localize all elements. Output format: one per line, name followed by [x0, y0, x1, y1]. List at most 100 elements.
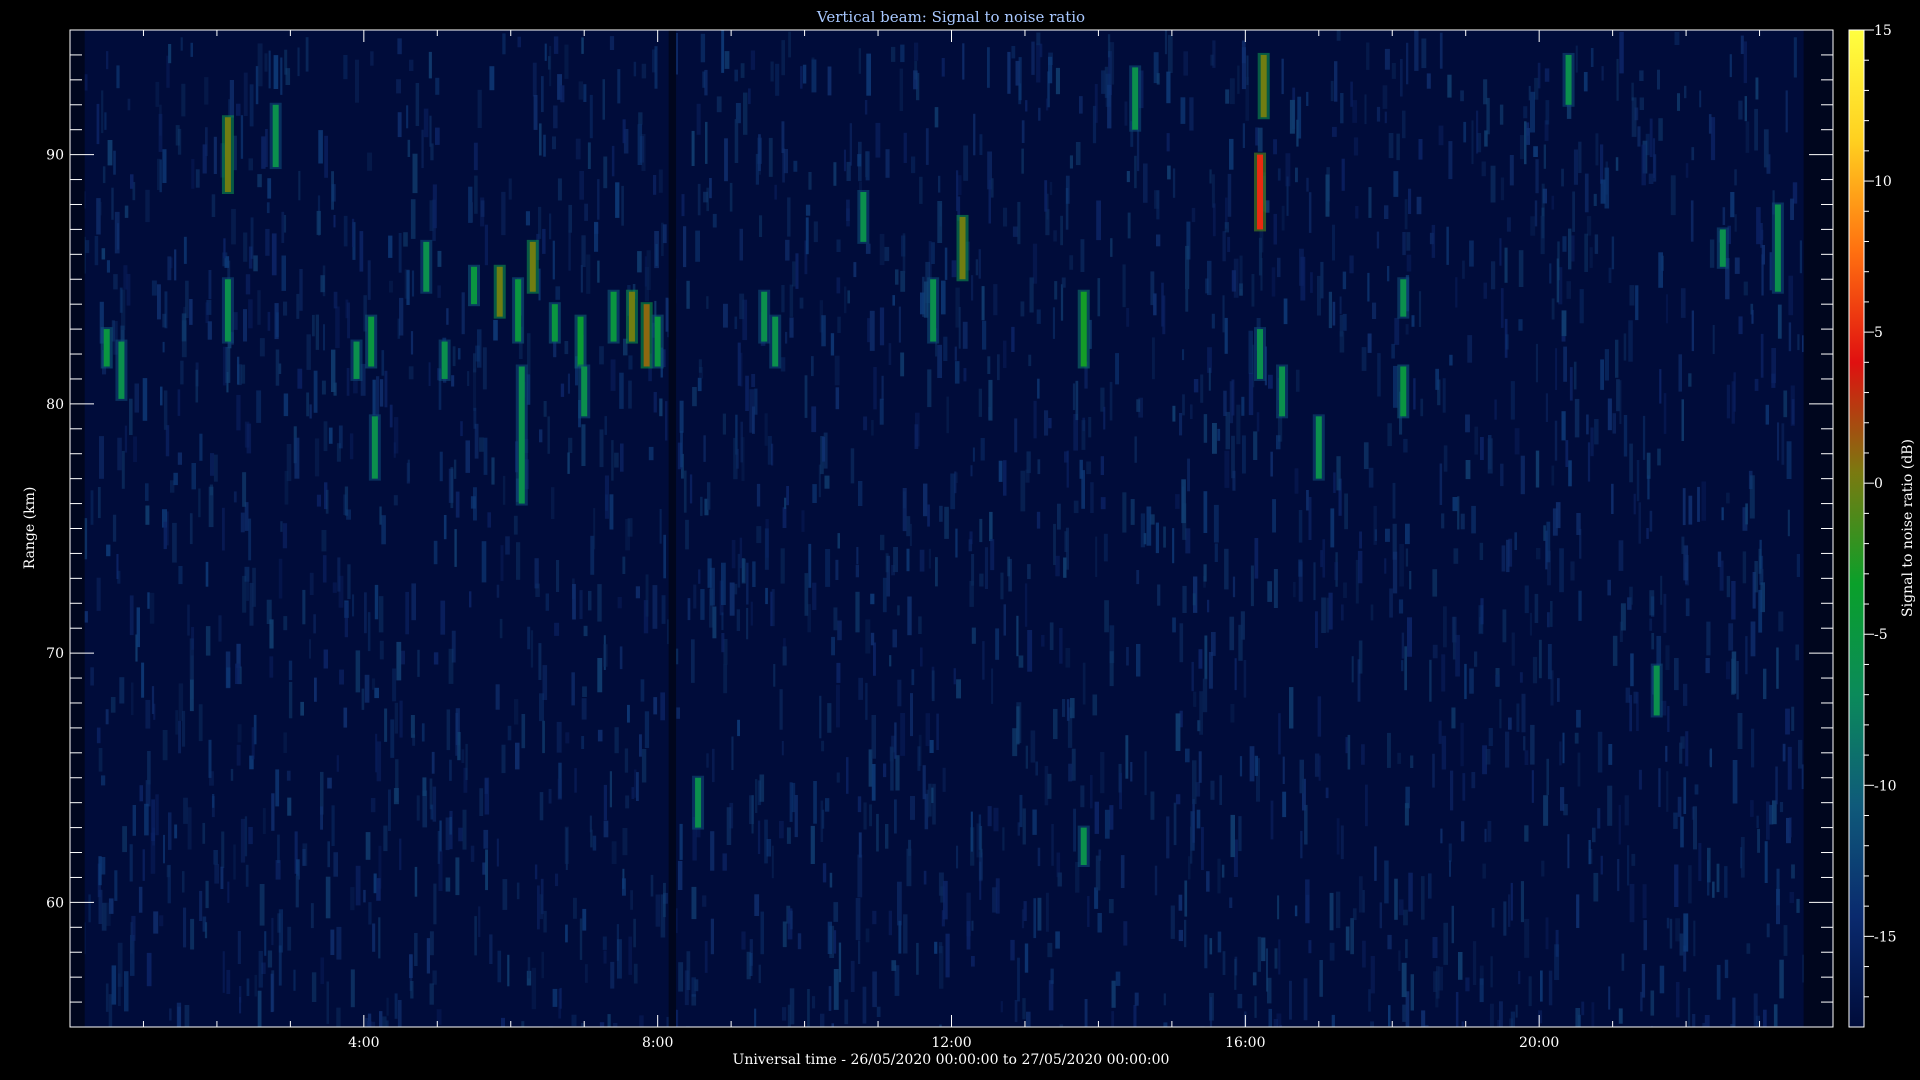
noise-streak	[242, 472, 247, 507]
noise-streak	[633, 918, 636, 948]
noise-streak	[237, 931, 241, 964]
noise-streak	[1241, 47, 1246, 90]
noise-streak	[650, 874, 654, 897]
noise-streak	[1562, 732, 1565, 764]
noise-streak	[844, 286, 847, 314]
noise-streak	[1060, 215, 1063, 246]
noise-streak	[1593, 193, 1597, 206]
noise-streak	[242, 575, 247, 613]
echo-feature	[860, 192, 867, 242]
noise-streak	[1384, 558, 1387, 574]
noise-streak	[1394, 317, 1400, 345]
noise-streak	[1765, 404, 1769, 425]
noise-streak	[316, 210, 321, 235]
noise-streak	[1432, 644, 1438, 659]
noise-streak	[364, 592, 367, 634]
noise-streak	[147, 751, 151, 785]
noise-streak	[925, 128, 929, 165]
noise-streak	[751, 795, 754, 834]
noise-streak	[918, 616, 922, 634]
noise-streak	[432, 184, 437, 229]
noise-streak	[1782, 743, 1786, 762]
noise-streak	[1045, 98, 1049, 111]
noise-streak	[1331, 1014, 1335, 1027]
noise-streak	[451, 375, 455, 387]
noise-streak	[721, 30, 725, 73]
noise-streak	[916, 942, 919, 975]
noise-streak	[1081, 420, 1086, 450]
noise-streak	[833, 902, 839, 922]
noise-streak	[610, 359, 616, 391]
noise-streak	[538, 268, 541, 301]
noise-streak	[771, 845, 774, 879]
noise-streak	[573, 897, 577, 919]
noise-streak	[1675, 982, 1680, 1018]
noise-streak	[90, 667, 94, 686]
noise-streak	[1621, 953, 1625, 971]
noise-streak	[1392, 551, 1398, 594]
noise-streak	[1405, 548, 1409, 567]
noise-streak	[1167, 34, 1173, 73]
noise-streak	[163, 390, 168, 430]
noise-streak	[1399, 544, 1404, 587]
noise-streak	[1502, 609, 1507, 643]
noise-streak	[1554, 420, 1558, 461]
noise-streak	[1544, 68, 1550, 82]
noise-streak	[270, 973, 274, 1013]
noise-streak	[1469, 668, 1474, 694]
noise-streak	[297, 47, 300, 77]
noise-streak	[885, 149, 890, 178]
noise-streak	[1643, 920, 1647, 951]
noise-streak	[1789, 817, 1792, 838]
noise-streak	[530, 630, 534, 668]
noise-streak	[1073, 808, 1076, 852]
noise-streak	[1387, 423, 1392, 447]
noise-streak	[653, 392, 657, 413]
noise-streak	[336, 755, 339, 772]
noise-streak	[449, 759, 452, 781]
noise-streak	[872, 971, 877, 1008]
noise-streak	[453, 459, 457, 479]
noise-streak	[1796, 898, 1800, 913]
noise-streak	[189, 513, 193, 545]
noise-streak	[1294, 905, 1298, 917]
noise-streak	[758, 964, 761, 984]
noise-streak	[1272, 499, 1276, 533]
noise-streak	[646, 250, 651, 290]
noise-streak	[180, 37, 183, 51]
noise-streak	[1122, 264, 1126, 308]
noise-streak	[770, 61, 774, 82]
noise-streak	[1157, 584, 1161, 606]
noise-streak	[1594, 419, 1599, 445]
noise-streak	[1646, 528, 1649, 539]
colorbar-tick-label: -15	[1874, 929, 1897, 945]
noise-streak	[1635, 285, 1639, 321]
noise-streak	[1531, 770, 1534, 803]
noise-streak	[243, 309, 247, 342]
noise-streak	[969, 580, 974, 607]
noise-streak	[102, 166, 106, 184]
noise-streak	[1273, 213, 1277, 245]
noise-streak	[739, 228, 743, 261]
noise-streak	[237, 724, 242, 743]
noise-streak	[205, 626, 211, 656]
noise-streak	[739, 352, 743, 387]
noise-streak	[113, 150, 116, 175]
noise-streak	[863, 416, 868, 431]
noise-streak	[925, 713, 930, 747]
noise-streak	[1675, 918, 1680, 942]
noise-streak	[248, 299, 253, 329]
noise-streak	[1080, 239, 1085, 272]
noise-streak	[966, 921, 971, 950]
noise-streak	[1405, 939, 1408, 959]
noise-streak	[376, 878, 381, 901]
noise-streak	[105, 983, 109, 1012]
noise-streak	[267, 178, 272, 199]
noise-streak	[1438, 125, 1444, 146]
noise-streak	[1051, 824, 1054, 866]
colorbar-tick-label: -10	[1874, 778, 1897, 794]
noise-streak	[857, 854, 863, 898]
noise-streak	[381, 350, 385, 376]
noise-streak	[1619, 32, 1624, 74]
noise-streak	[1100, 752, 1105, 794]
